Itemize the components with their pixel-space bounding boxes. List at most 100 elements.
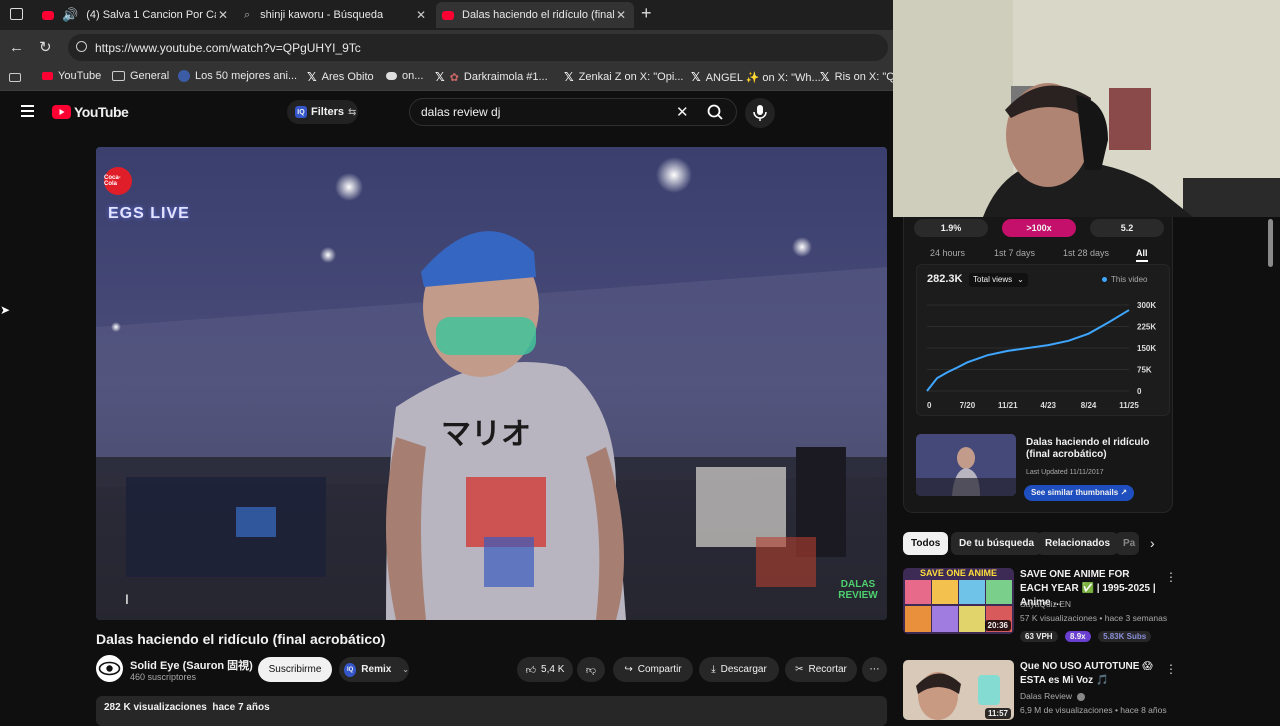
stat-outlier: >100x (1002, 219, 1076, 237)
thumbs-up-icon: 👍︎ (525, 664, 537, 676)
like-button[interactable]: 👍︎ 5,4 K (517, 657, 573, 682)
subs-badge: 5.83K Subs (1098, 631, 1152, 642)
folder-icon (112, 71, 125, 81)
sliders-icon: ⇆ (348, 106, 357, 118)
subscriber-count: 460 suscriptores (130, 672, 197, 682)
channel-watermark: DALAS REVIEW (838, 579, 878, 601)
reading-list-icon[interactable] (9, 73, 21, 82)
channel-name[interactable]: Solid Eye (Sauron 固視) (130, 657, 253, 673)
youtube-icon (42, 72, 53, 80)
reload-icon[interactable]: ↻ (39, 38, 52, 56)
subscribe-button[interactable]: Suscribirme (258, 657, 332, 682)
period-tab-7d[interactable]: 1st 7 days (994, 248, 1035, 258)
vidiq-icon: IQ (295, 106, 307, 118)
recommendation-thumbnail[interactable]: 11:57 (903, 660, 1014, 720)
views-and-date: 282 K visualizaciones hace 7 años (104, 702, 270, 713)
tab-salva-cancion[interactable]: 🔊 (4) Salva 1 Cancion Por Cada ✕ (36, 2, 236, 28)
chevron-right-icon[interactable]: › (1150, 535, 1155, 551)
bookmark-on[interactable]: on... (386, 70, 423, 82)
share-button[interactable]: ↪ Compartir (613, 657, 693, 682)
scrollbar-thumb[interactable] (1268, 219, 1273, 267)
clip-button[interactable]: ✂ Recortar (785, 657, 857, 682)
see-similar-thumbnails-button[interactable]: See similar thumbnails ↗ (1024, 485, 1135, 501)
channel-avatar[interactable] (96, 655, 123, 682)
tab-title: Dalas haciendo el ridículo (final ac (462, 9, 614, 21)
y-tick-label: 150K (1137, 344, 1156, 353)
download-icon: ⤓ (711, 664, 716, 675)
youtube-favicon-icon (42, 10, 54, 20)
video-thumbnail-card: Dalas haciendo el ridículo (final acrobá… (916, 434, 1170, 506)
x-logo-icon: 𝕏 (307, 70, 317, 84)
remix-button[interactable]: IQ Remix ⌄ (339, 657, 409, 682)
chip-todos[interactable]: Todos (903, 532, 949, 555)
back-arrow-icon[interactable]: ← (9, 39, 24, 56)
vph-badge: 63 VPH (1020, 631, 1058, 642)
bookmark-ares-obito[interactable]: 𝕏 Ares Obito (307, 70, 374, 84)
tab-shinji-search[interactable]: ⌕ shinji kaworu - Búsqueda ✕ (238, 2, 434, 28)
voice-search-button[interactable] (745, 98, 775, 128)
thumbs-down-icon: 👎︎ (585, 664, 597, 676)
recommendation-meta: 57 K visualizaciones • hace 3 semanas (1020, 613, 1168, 623)
url-field[interactable]: https://www.youtube.com/watch?v=QPgUHYI_… (68, 34, 888, 61)
more-options-icon[interactable]: ⋮ (1165, 662, 1177, 676)
bookmark-youtube[interactable]: YouTube (42, 70, 101, 82)
hamburger-menu-icon[interactable] (21, 105, 34, 117)
search-input[interactable]: dalas review dj ✕ (409, 98, 737, 126)
new-tab-icon[interactable]: + (641, 3, 652, 24)
dislike-button[interactable]: 👎︎ (577, 657, 605, 682)
close-tab-icon[interactable]: ✕ (614, 8, 628, 22)
recommendation-thumbnail[interactable]: SAVE ONE ANIME 20:36 (903, 568, 1014, 634)
recommendation-item[interactable]: SAVE ONE ANIME 20:36 SAVE ONE ANIME FOR … (903, 568, 1177, 642)
filters-button[interactable]: IQ Filters ⇆ (287, 100, 358, 124)
microphone-icon (753, 105, 767, 121)
recommendation-item[interactable]: 11:57 Que NO USO AUTOTUNE 😱 ESTA es Mi V… (903, 660, 1177, 720)
mouse-cursor-icon: ➤ (0, 303, 11, 317)
browser-tab-bar: 🔊 (4) Salva 1 Cancion Por Cada ✕ ⌕ shinj… (0, 0, 893, 30)
period-tab-28d[interactable]: 1st 28 days (1063, 248, 1109, 258)
youtube-header: YouTube IQ Filters ⇆ dalas review dj ✕ (0, 92, 893, 132)
chip-partial[interactable]: Pa (1115, 532, 1139, 555)
outlier-badge: 8.9x (1065, 631, 1091, 642)
video-player[interactable]: Coca-Cola EGS LIVE マリオ DALAS REVIEW (96, 147, 887, 620)
tab-actions-icon[interactable] (10, 8, 23, 20)
y-tick-label: 0 (1137, 387, 1142, 396)
bookmark-ris[interactable]: 𝕏 Ris on X: "Qu (820, 70, 901, 84)
tab-title: (4) Salva 1 Cancion Por Cada (86, 9, 216, 21)
x-logo-icon: 𝕏 (820, 70, 830, 84)
download-button[interactable]: ⤓ Descargar (699, 657, 779, 682)
bookmark-zenkai[interactable]: 𝕏 Zenkai Z on X: "Opi... (564, 70, 683, 84)
clear-search-icon[interactable]: ✕ (676, 103, 689, 121)
site-info-icon[interactable] (76, 41, 87, 52)
more-actions-button[interactable]: ⋯ (862, 657, 887, 682)
search-query: dalas review dj (421, 105, 501, 119)
shirt-print: マリオ (441, 418, 531, 451)
chip-relacionados[interactable]: Relacionados (1037, 532, 1119, 555)
y-tick-label: 75K (1137, 366, 1152, 375)
bookmark-angel[interactable]: 𝕏 ANGEL ✨ on X: "Wh... (691, 70, 821, 84)
speaker-icon[interactable]: 🔊 (62, 7, 78, 23)
stat-engagement: 1.9% (914, 219, 988, 237)
more-options-icon[interactable]: ⋮ (1165, 570, 1177, 584)
close-tab-icon[interactable]: ✕ (216, 8, 230, 22)
video-thumbnail[interactable] (916, 434, 1016, 496)
recommendation-channel[interactable]: SayaQuiz EN (1020, 599, 1071, 609)
youtube-logo[interactable]: YouTube (52, 104, 129, 120)
description-box[interactable]: 282 K visualizaciones hace 7 años (96, 696, 887, 726)
tab-dalas-video[interactable]: Dalas haciendo el ridículo (final ac ✕ (436, 2, 634, 28)
tab-title: shinji kaworu - Búsqueda (260, 9, 384, 21)
chip-de-tu-busqueda[interactable]: De tu búsqueda (951, 532, 1043, 555)
x-tick-label: 11/25 (1119, 401, 1139, 410)
bookmark-darkraimola[interactable]: 𝕏 ✿ Darkraimola #1... (435, 70, 548, 84)
x-tick-label: 7/20 (960, 401, 976, 410)
video-frame (96, 147, 887, 620)
stat-score: 5.2 (1090, 219, 1164, 237)
period-tab-24h[interactable]: 24 hours (930, 248, 965, 258)
bookmark-50-mejores[interactable]: Los 50 mejores ani... (178, 70, 297, 82)
search-button[interactable] (697, 98, 737, 126)
x-tick-label: 4/23 (1040, 401, 1056, 410)
period-tab-all[interactable]: All (1136, 248, 1148, 262)
recommendation-channel[interactable]: Dalas Review (1020, 691, 1086, 701)
thumbnail-caption: SAVE ONE ANIME (919, 568, 997, 578)
close-tab-icon[interactable]: ✕ (414, 8, 428, 22)
bookmark-general[interactable]: General (112, 70, 169, 82)
